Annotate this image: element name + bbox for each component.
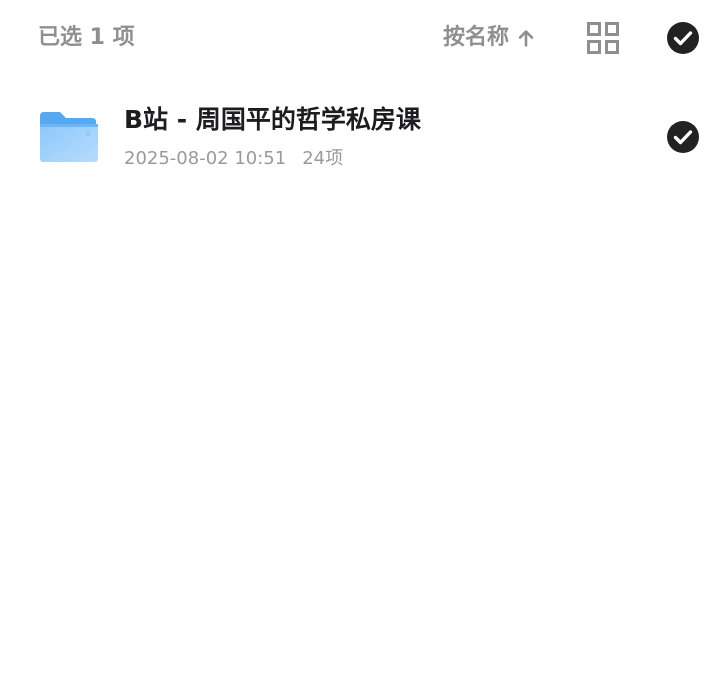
grid-view-icon[interactable]	[586, 21, 620, 55]
check-circle-icon	[667, 22, 699, 54]
item-date: 2025-08-02 10:51	[124, 148, 287, 169]
selected-count-label: 已选 1 项	[38, 25, 135, 50]
check-circle-icon[interactable]	[666, 120, 700, 154]
list-item[interactable]: B站 - 周国平的哲学私房课 2025-08-02 10:51 24项	[0, 88, 714, 188]
folder-icon	[40, 112, 98, 162]
sort-by-name-button[interactable]: 按名称	[443, 22, 537, 54]
selection-header: 已选 1 项 按名称	[0, 0, 714, 76]
item-count: 24项	[302, 148, 344, 169]
item-meta: 2025-08-02 10:51 24项	[124, 147, 343, 171]
sort-label: 按名称	[443, 25, 510, 50]
select-all-button[interactable]	[666, 21, 700, 55]
item-name: B站 - 周国平的哲学私房课	[124, 105, 421, 134]
arrow-up-icon	[518, 30, 534, 47]
